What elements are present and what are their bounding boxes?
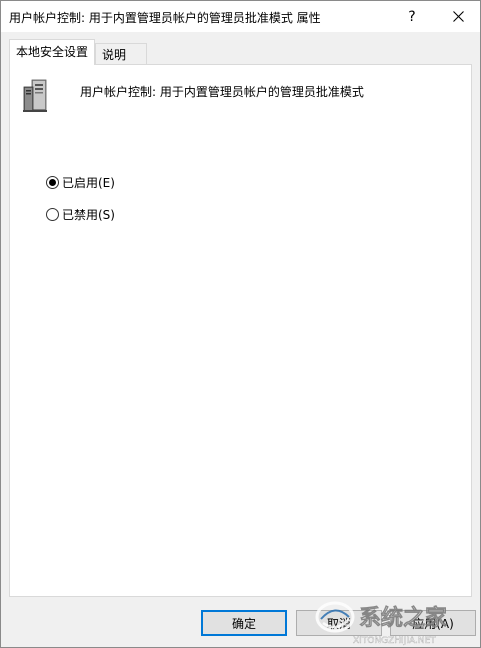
watermark-url: XITONGZHIJIA.NET bbox=[353, 636, 436, 646]
policy-title: 用户帐户控制: 用于内置管理员帐户的管理员批准模式 bbox=[80, 85, 364, 99]
close-icon bbox=[452, 11, 464, 22]
ok-button[interactable]: 确定 bbox=[201, 610, 287, 636]
radio-enabled[interactable] bbox=[46, 176, 59, 189]
help-icon: ? bbox=[408, 8, 416, 25]
radio-disabled[interactable] bbox=[46, 208, 59, 221]
option-disabled-label: 已禁用(S) bbox=[62, 208, 115, 222]
title-bar[interactable]: 用户帐户控制: 用于内置管理员帐户的管理员批准模式 属性 ? bbox=[1, 1, 480, 32]
server-icon bbox=[23, 79, 47, 112]
apply-button[interactable]: 应用(A) bbox=[390, 610, 476, 636]
close-button[interactable] bbox=[435, 1, 481, 32]
tab-panel: 用户帐户控制: 用于内置管理员帐户的管理员批准模式 已启用(E) 已禁用(S) bbox=[9, 64, 472, 597]
help-button[interactable]: ? bbox=[389, 1, 435, 32]
option-enabled[interactable]: 已启用(E) bbox=[46, 174, 115, 191]
cancel-button[interactable]: 取消 bbox=[296, 610, 382, 636]
option-disabled[interactable]: 已禁用(S) bbox=[46, 206, 115, 223]
tab-local-security-setting[interactable]: 本地安全设置 bbox=[9, 39, 95, 65]
window-title: 用户帐户控制: 用于内置管理员帐户的管理员批准模式 属性 bbox=[9, 11, 321, 25]
properties-dialog: 用户帐户控制: 用于内置管理员帐户的管理员批准模式 属性 ? 本地安全设置 说明 bbox=[0, 0, 481, 648]
tab-explain[interactable]: 说明 bbox=[95, 43, 147, 64]
option-enabled-label: 已启用(E) bbox=[62, 176, 115, 190]
